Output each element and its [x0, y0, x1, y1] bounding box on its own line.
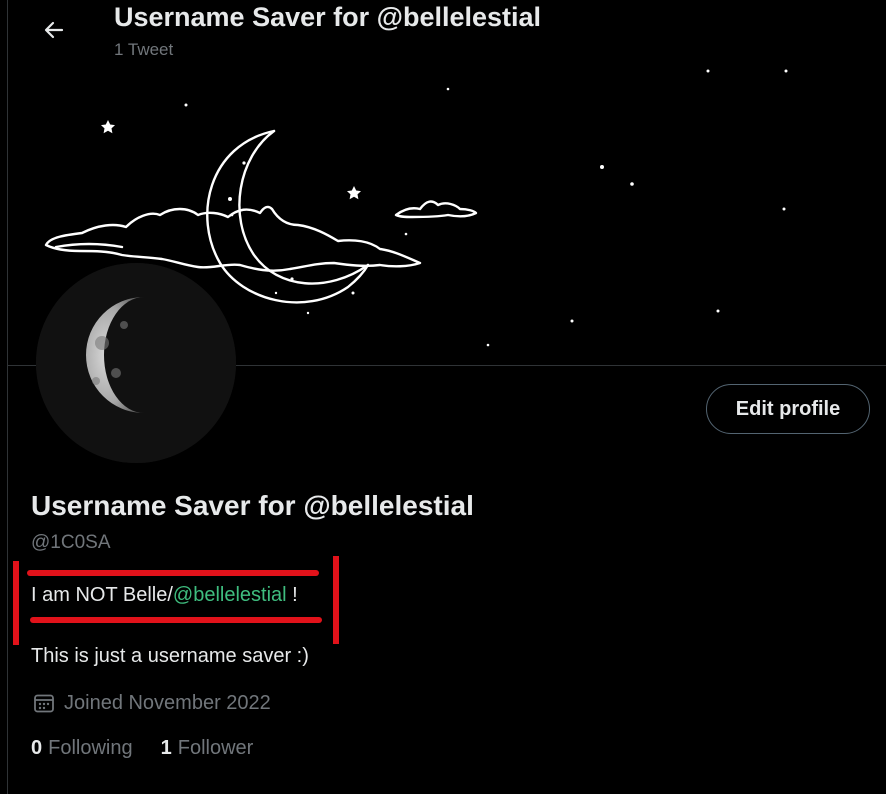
annotation-bottom-line	[30, 617, 322, 623]
following-link[interactable]: 0 Following	[31, 737, 133, 760]
followers-label: Follower	[177, 737, 254, 759]
mention-link[interactable]: @bellelestial	[173, 584, 287, 606]
header-title: Username Saver for @bellelestial	[114, 2, 542, 32]
joined-label: Joined November 2022	[64, 691, 271, 714]
user-handle: @1C0SA	[31, 532, 111, 553]
follow-stats: 0 Following 1 Follower	[31, 737, 253, 760]
avatar[interactable]	[36, 263, 236, 463]
followers-link[interactable]: 1 Follower	[161, 737, 254, 760]
profile-page: Username Saver for @bellelestial 1 Tweet	[0, 0, 886, 794]
calendar-icon	[34, 694, 54, 713]
tweet-count: 1 Tweet	[114, 40, 174, 59]
joined-date: Joined November 2022	[33, 690, 271, 716]
edit-profile-button[interactable]: Edit profile	[706, 384, 870, 434]
back-button[interactable]	[36, 12, 72, 48]
bio-text: I am NOT Belle/	[31, 584, 173, 606]
bio-text-suffix: !	[286, 584, 298, 606]
bio-line-1: I am NOT Belle/@bellelestial !	[31, 584, 298, 607]
annotation-top-line	[27, 570, 319, 576]
display-name: Username Saver for @bellelestial	[31, 490, 474, 521]
bio-line-2: This is just a username saver :)	[31, 645, 309, 667]
annotation-right-bar	[333, 556, 339, 644]
moon-avatar-image	[36, 263, 236, 463]
profile-header: Username Saver for @bellelestial 1 Tweet	[8, 0, 886, 67]
followers-count: 1	[160, 737, 172, 759]
back-arrow-icon	[44, 21, 64, 39]
annotation-left-bar	[13, 561, 19, 645]
following-count: 0	[31, 737, 43, 759]
following-label: Following	[48, 737, 133, 759]
